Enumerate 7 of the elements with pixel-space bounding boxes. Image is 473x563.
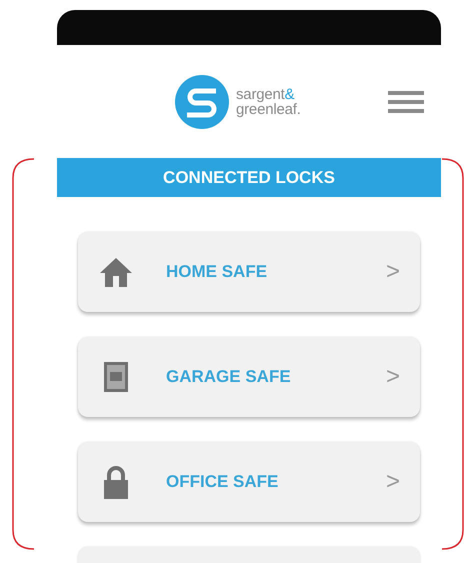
lock-item[interactable]: OFFICE SAFE > <box>78 442 420 522</box>
menu-icon[interactable] <box>388 91 424 113</box>
lock-item[interactable]: GARAGE SAFE > <box>78 337 420 417</box>
logo-wordmark: sargent& greenleaf. <box>236 86 301 116</box>
logo-icon <box>174 74 230 130</box>
lock-item[interactable]: HOME SAFE > <box>78 232 420 312</box>
section-title: CONNECTED LOCKS <box>57 158 441 197</box>
